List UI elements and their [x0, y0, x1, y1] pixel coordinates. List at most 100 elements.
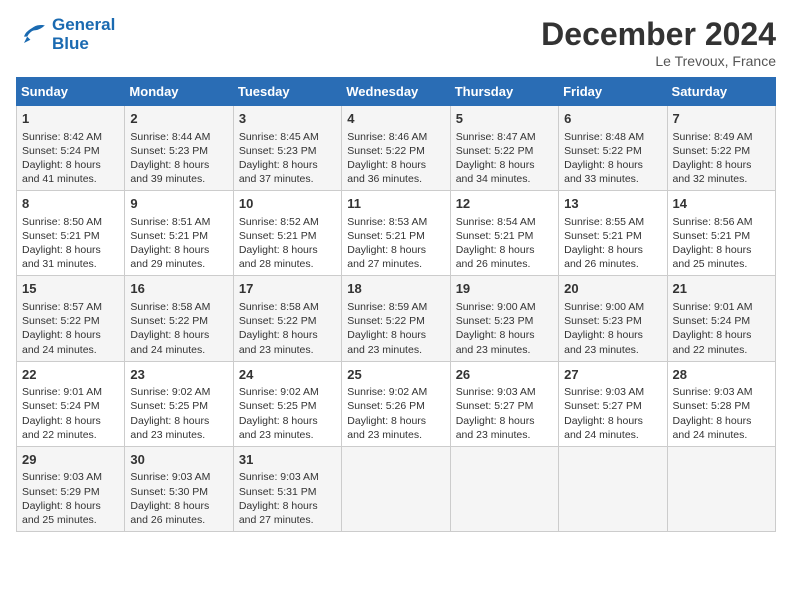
- day-detail: Sunrise: 8:45 AMSunset: 5:23 PMDaylight:…: [239, 130, 336, 187]
- calendar-cell: 13 Sunrise: 8:55 AMSunset: 5:21 PMDayligh…: [559, 191, 667, 276]
- calendar-header-row: SundayMondayTuesdayWednesdayThursdayFrid…: [17, 78, 776, 106]
- day-number: 14: [673, 195, 770, 213]
- logo: General Blue: [16, 16, 115, 53]
- day-detail: Sunrise: 8:42 AMSunset: 5:24 PMDaylight:…: [22, 130, 119, 187]
- header-tuesday: Tuesday: [233, 78, 341, 106]
- day-detail: Sunrise: 8:56 AMSunset: 5:21 PMDaylight:…: [673, 215, 770, 272]
- day-number: 13: [564, 195, 661, 213]
- day-detail: Sunrise: 8:58 AMSunset: 5:22 PMDaylight:…: [130, 300, 227, 357]
- calendar-cell: 21Sunrise: 9:01 AMSunset: 5:24 PMDayligh…: [667, 276, 775, 361]
- month-title: December 2024: [541, 16, 776, 53]
- calendar-table: SundayMondayTuesdayWednesdayThursdayFrid…: [16, 77, 776, 532]
- header-saturday: Saturday: [667, 78, 775, 106]
- logo-text: General Blue: [52, 16, 115, 53]
- calendar-cell: 25Sunrise: 9:02 AMSunset: 5:26 PMDayligh…: [342, 361, 450, 446]
- day-detail: Sunrise: 9:03 AMSunset: 5:28 PMDaylight:…: [673, 385, 770, 442]
- calendar-cell: 30Sunrise: 9:03 AMSunset: 5:30 PMDayligh…: [125, 446, 233, 531]
- calendar-cell: [342, 446, 450, 531]
- calendar-week-1: 1 Sunrise: 8:42 AMSunset: 5:24 PMDaylight…: [17, 106, 776, 191]
- calendar-cell: 10 Sunrise: 8:52 AMSunset: 5:21 PMDayligh…: [233, 191, 341, 276]
- day-detail: Sunrise: 9:02 AMSunset: 5:26 PMDaylight:…: [347, 385, 444, 442]
- calendar-cell: 22Sunrise: 9:01 AMSunset: 5:24 PMDayligh…: [17, 361, 125, 446]
- day-detail: Sunrise: 9:02 AMSunset: 5:25 PMDaylight:…: [130, 385, 227, 442]
- day-number: 2: [130, 110, 227, 128]
- day-detail: Sunrise: 8:54 AMSunset: 5:21 PMDaylight:…: [456, 215, 553, 272]
- calendar-cell: 3 Sunrise: 8:45 AMSunset: 5:23 PMDaylight…: [233, 106, 341, 191]
- calendar-cell: 19 Sunrise: 9:00 AMSunset: 5:23 PMDayligh…: [450, 276, 558, 361]
- header-friday: Friday: [559, 78, 667, 106]
- day-number: 3: [239, 110, 336, 128]
- day-number: 29: [22, 451, 119, 469]
- location: Le Trevoux, France: [541, 53, 776, 69]
- day-detail: Sunrise: 8:44 AMSunset: 5:23 PMDaylight:…: [130, 130, 227, 187]
- calendar-cell: 11 Sunrise: 8:53 AMSunset: 5:21 PMDayligh…: [342, 191, 450, 276]
- day-detail: Sunrise: 9:02 AMSunset: 5:25 PMDaylight:…: [239, 385, 336, 442]
- calendar-cell: 24Sunrise: 9:02 AMSunset: 5:25 PMDayligh…: [233, 361, 341, 446]
- calendar-cell: 29Sunrise: 9:03 AMSunset: 5:29 PMDayligh…: [17, 446, 125, 531]
- calendar-week-2: 8 Sunrise: 8:50 AMSunset: 5:21 PMDaylight…: [17, 191, 776, 276]
- day-detail: Sunrise: 8:48 AMSunset: 5:22 PMDaylight:…: [564, 130, 661, 187]
- day-detail: Sunrise: 8:55 AMSunset: 5:21 PMDaylight:…: [564, 215, 661, 272]
- day-number: 11: [347, 195, 444, 213]
- calendar-cell: 18Sunrise: 8:59 AMSunset: 5:22 PMDayligh…: [342, 276, 450, 361]
- calendar-cell: 28Sunrise: 9:03 AMSunset: 5:28 PMDayligh…: [667, 361, 775, 446]
- day-detail: Sunrise: 9:00 AMSunset: 5:23 PMDaylight:…: [456, 300, 553, 357]
- day-number: 8: [22, 195, 119, 213]
- day-number: 12: [456, 195, 553, 213]
- day-detail: Sunrise: 8:53 AMSunset: 5:21 PMDaylight:…: [347, 215, 444, 272]
- day-detail: Sunrise: 9:03 AMSunset: 5:31 PMDaylight:…: [239, 470, 336, 527]
- day-number: 4: [347, 110, 444, 128]
- day-detail: Sunrise: 8:57 AMSunset: 5:22 PMDaylight:…: [22, 300, 119, 357]
- day-detail: Sunrise: 9:00 AMSunset: 5:23 PMDaylight:…: [564, 300, 661, 357]
- day-detail: Sunrise: 9:03 AMSunset: 5:27 PMDaylight:…: [456, 385, 553, 442]
- day-number: 1: [22, 110, 119, 128]
- day-number: 17: [239, 280, 336, 298]
- day-number: 28: [673, 366, 770, 384]
- header-wednesday: Wednesday: [342, 78, 450, 106]
- calendar-cell: 15 Sunrise: 8:57 AMSunset: 5:22 PMDayligh…: [17, 276, 125, 361]
- day-number: 22: [22, 366, 119, 384]
- calendar-body: 1 Sunrise: 8:42 AMSunset: 5:24 PMDaylight…: [17, 106, 776, 532]
- calendar-cell: 14 Sunrise: 8:56 AMSunset: 5:21 PMDayligh…: [667, 191, 775, 276]
- calendar-cell: 9Sunrise: 8:51 AMSunset: 5:21 PMDaylight…: [125, 191, 233, 276]
- calendar-cell: 4 Sunrise: 8:46 AMSunset: 5:22 PMDaylight…: [342, 106, 450, 191]
- header-sunday: Sunday: [17, 78, 125, 106]
- calendar-week-4: 22Sunrise: 9:01 AMSunset: 5:24 PMDayligh…: [17, 361, 776, 446]
- day-number: 18: [347, 280, 444, 298]
- day-number: 19: [456, 280, 553, 298]
- day-detail: Sunrise: 8:49 AMSunset: 5:22 PMDaylight:…: [673, 130, 770, 187]
- day-detail: Sunrise: 8:52 AMSunset: 5:21 PMDaylight:…: [239, 215, 336, 272]
- day-number: 15: [22, 280, 119, 298]
- day-detail: Sunrise: 8:47 AMSunset: 5:22 PMDaylight:…: [456, 130, 553, 187]
- calendar-cell: 26Sunrise: 9:03 AMSunset: 5:27 PMDayligh…: [450, 361, 558, 446]
- day-number: 30: [130, 451, 227, 469]
- day-detail: Sunrise: 9:03 AMSunset: 5:29 PMDaylight:…: [22, 470, 119, 527]
- calendar-cell: 6 Sunrise: 8:48 AMSunset: 5:22 PMDaylight…: [559, 106, 667, 191]
- page-header: General Blue December 2024 Le Trevoux, F…: [16, 16, 776, 69]
- header-monday: Monday: [125, 78, 233, 106]
- calendar-cell: 16 Sunrise: 8:58 AMSunset: 5:22 PMDayligh…: [125, 276, 233, 361]
- day-number: 10: [239, 195, 336, 213]
- calendar-cell: 5Sunrise: 8:47 AMSunset: 5:22 PMDaylight…: [450, 106, 558, 191]
- title-area: December 2024 Le Trevoux, France: [541, 16, 776, 69]
- calendar-cell: 17 Sunrise: 8:58 AMSunset: 5:22 PMDayligh…: [233, 276, 341, 361]
- day-detail: Sunrise: 8:50 AMSunset: 5:21 PMDaylight:…: [22, 215, 119, 272]
- day-number: 23: [130, 366, 227, 384]
- calendar-cell: 1 Sunrise: 8:42 AMSunset: 5:24 PMDaylight…: [17, 106, 125, 191]
- day-number: 7: [673, 110, 770, 128]
- calendar-cell: 8 Sunrise: 8:50 AMSunset: 5:21 PMDaylight…: [17, 191, 125, 276]
- calendar-cell: [667, 446, 775, 531]
- day-number: 16: [130, 280, 227, 298]
- day-detail: Sunrise: 8:58 AMSunset: 5:22 PMDaylight:…: [239, 300, 336, 357]
- calendar-cell: 20Sunrise: 9:00 AMSunset: 5:23 PMDayligh…: [559, 276, 667, 361]
- day-number: 6: [564, 110, 661, 128]
- day-number: 21: [673, 280, 770, 298]
- day-number: 31: [239, 451, 336, 469]
- day-detail: Sunrise: 8:46 AMSunset: 5:22 PMDaylight:…: [347, 130, 444, 187]
- calendar-week-3: 15 Sunrise: 8:57 AMSunset: 5:22 PMDayligh…: [17, 276, 776, 361]
- calendar-cell: [450, 446, 558, 531]
- calendar-cell: 23Sunrise: 9:02 AMSunset: 5:25 PMDayligh…: [125, 361, 233, 446]
- calendar-week-5: 29Sunrise: 9:03 AMSunset: 5:29 PMDayligh…: [17, 446, 776, 531]
- day-number: 25: [347, 366, 444, 384]
- calendar-cell: 27Sunrise: 9:03 AMSunset: 5:27 PMDayligh…: [559, 361, 667, 446]
